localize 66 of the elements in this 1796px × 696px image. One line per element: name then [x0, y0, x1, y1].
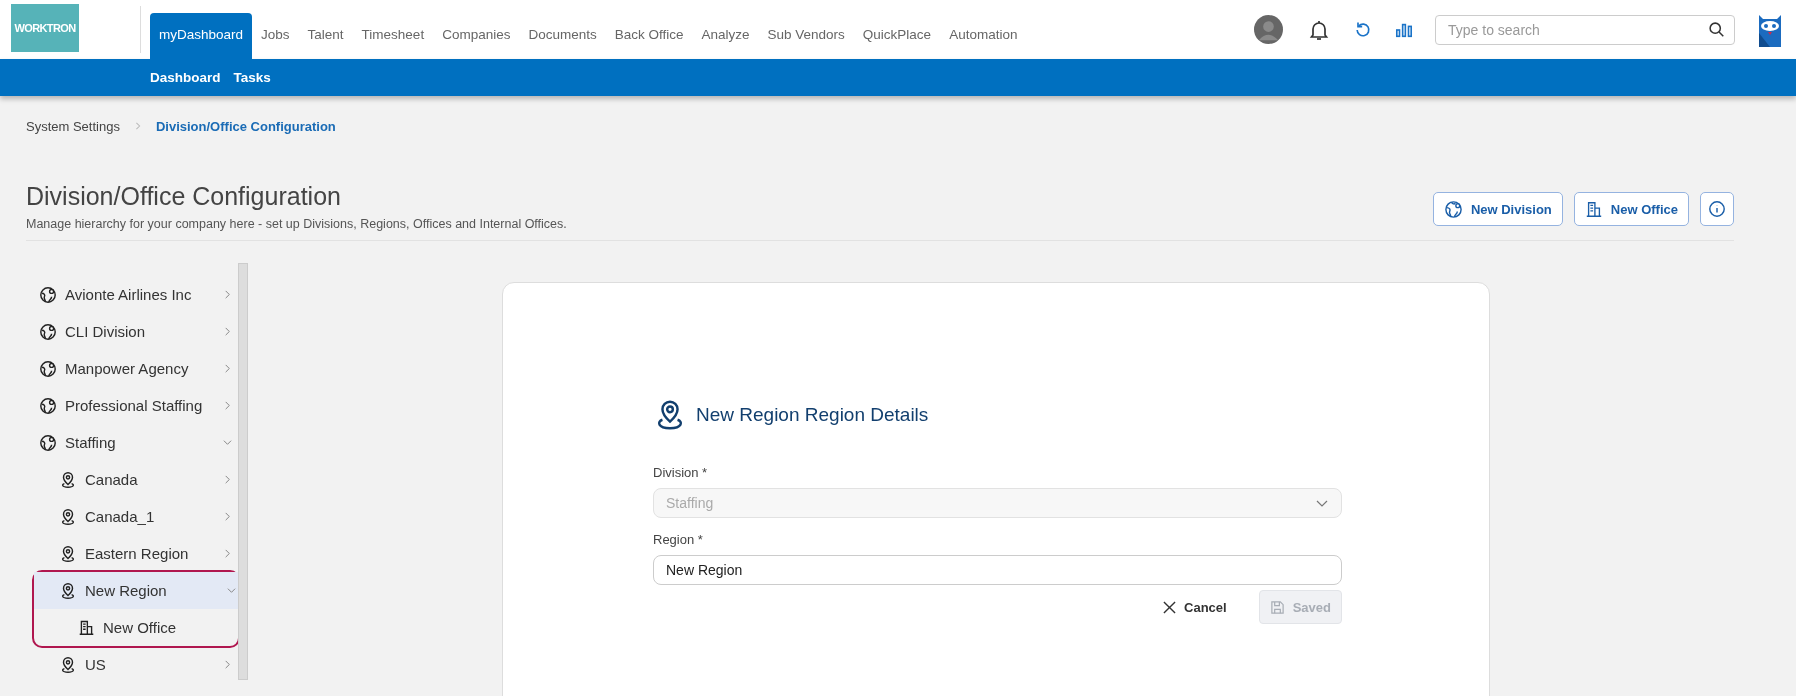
nav-tab[interactable]: Timesheet: [352, 13, 434, 59]
form-title: New Region Region Details: [696, 404, 929, 426]
tree-item[interactable]: CLI Division: [26, 313, 236, 350]
location-pin-icon: [59, 544, 77, 563]
tree-item[interactable]: Manpower Agency: [26, 350, 236, 387]
chevron-down-icon: [227, 586, 236, 595]
nav-tab[interactable]: myDashboard: [150, 13, 253, 59]
chevron-right-icon: [133, 122, 142, 130]
location-pin-icon: [59, 507, 77, 526]
nav-tab[interactable]: Documents: [519, 13, 606, 59]
globe-pin-icon: [39, 359, 57, 378]
breadcrumb-link[interactable]: Division/Office Configuration: [155, 118, 336, 134]
building-icon: [78, 619, 95, 636]
subnav-link[interactable]: Tasks: [233, 70, 271, 85]
scrollbar[interactable]: [238, 263, 248, 680]
search-icon[interactable]: [1708, 20, 1725, 38]
location-pin-icon: [59, 470, 77, 489]
building-icon: [1584, 200, 1603, 218]
globe-pin-icon: [39, 322, 57, 341]
region-input[interactable]: New Region: [653, 555, 1342, 585]
chevron-right-icon: [223, 660, 232, 669]
chevron-right-icon: [223, 290, 232, 299]
chevron-down-icon: [223, 438, 232, 447]
globe-pin-icon: [39, 285, 57, 304]
tree-item[interactable]: Eastern Region: [26, 535, 236, 572]
globe-pin-icon: [1443, 199, 1463, 219]
tree-item[interactable]: US: [26, 646, 236, 683]
chevron-right-icon: [223, 512, 232, 521]
nav-tab[interactable]: Back Office: [605, 13, 693, 59]
globe-pin-icon: [39, 396, 57, 415]
nav-tab[interactable]: Automation: [940, 13, 1027, 59]
avatar-icon[interactable]: [1254, 15, 1283, 44]
field-label: Division *: [653, 465, 709, 480]
location-pin-icon: [59, 581, 77, 600]
chevron-right-icon: [223, 549, 232, 558]
chevron-right-icon: [223, 475, 232, 484]
tree-item[interactable]: New Region: [34, 572, 238, 609]
page-description: Manage hierarchy for your company here - set up Divisions, Regions, Offices and Internal Offices.: [26, 217, 567, 231]
close-icon: [1163, 600, 1177, 614]
tree-item[interactable]: Canada: [26, 461, 236, 498]
tree-item[interactable]: New Office: [34, 609, 238, 646]
page-title: Division/Office Configuration: [26, 182, 342, 211]
nav-tab[interactable]: Sub Vendors: [758, 13, 854, 59]
search-field[interactable]: Type to search: [1435, 14, 1735, 45]
nav-tab[interactable]: Jobs: [252, 13, 299, 59]
tree-item[interactable]: Avionte Airlines Inc: [26, 276, 236, 313]
nav-tab[interactable]: Talent: [298, 13, 353, 59]
subnav-link[interactable]: Dashboard: [150, 70, 221, 85]
field-label: Region *: [653, 532, 704, 547]
chevron-right-icon: [223, 364, 232, 373]
tree-item[interactable]: Canada_1: [26, 498, 236, 535]
nav-tab[interactable]: Analyze: [692, 13, 759, 59]
location-pin-icon: [59, 655, 77, 674]
new-office-button[interactable]: New Office: [1573, 192, 1689, 226]
info-icon: [1708, 200, 1726, 218]
globe-pin-icon: [39, 433, 57, 452]
tree-item[interactable]: Professional Staffing: [26, 387, 236, 424]
breadcrumb-link[interactable]: System Settings: [26, 118, 120, 134]
nav-tab[interactable]: QuickPlace: [853, 13, 941, 59]
info-button[interactable]: [1700, 192, 1734, 226]
chevron-right-icon: [223, 327, 232, 336]
tree-item[interactable]: Staffing: [26, 424, 236, 461]
new-division-button[interactable]: New Division: [1432, 192, 1563, 226]
nav-tab[interactable]: Companies: [433, 13, 520, 59]
cancel-button[interactable]: Cancel: [1153, 590, 1237, 624]
chevron-right-icon: [223, 401, 232, 410]
